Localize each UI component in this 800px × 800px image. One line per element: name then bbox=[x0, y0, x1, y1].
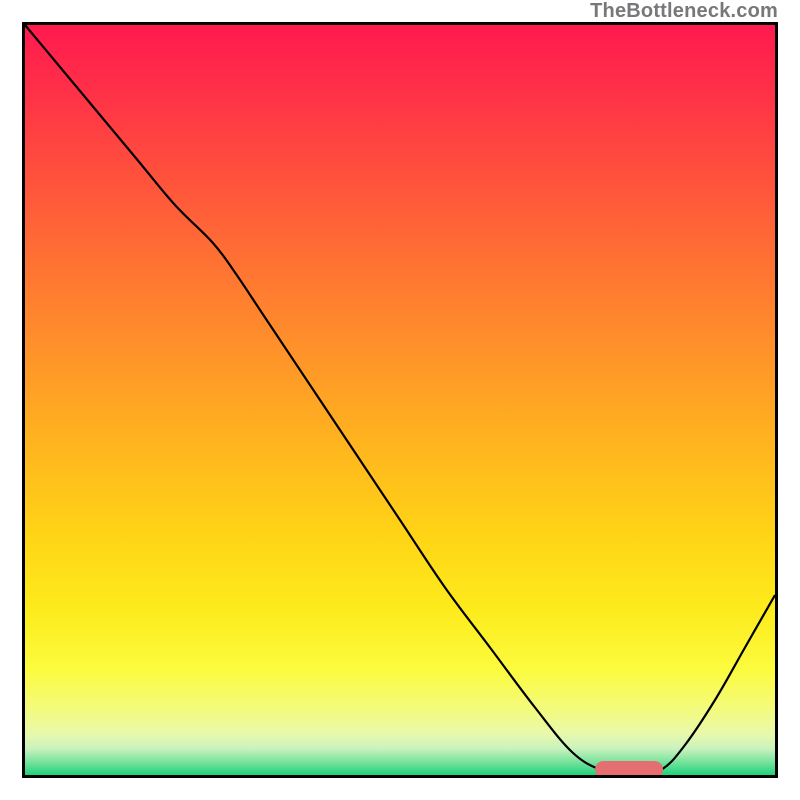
chart-container: TheBottleneck.com bbox=[0, 0, 800, 800]
flat-minimum-marker bbox=[595, 761, 663, 778]
plot-area bbox=[22, 22, 778, 778]
watermark-text: TheBottleneck.com bbox=[590, 0, 778, 23]
bottleneck-curve bbox=[25, 25, 775, 775]
